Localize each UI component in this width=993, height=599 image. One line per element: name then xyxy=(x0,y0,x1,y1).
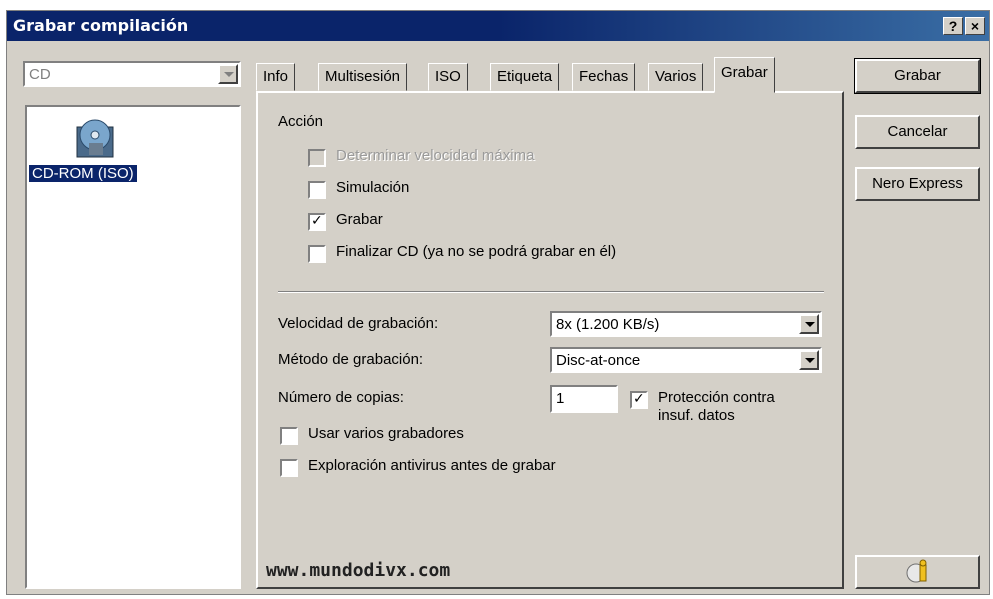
list-item[interactable]: CD-ROM (ISO) xyxy=(27,117,167,187)
tab-label[interactable]: Etiqueta xyxy=(490,63,560,91)
cancel-button[interactable]: Cancelar xyxy=(855,115,980,149)
info-icon xyxy=(906,559,927,583)
antivirus-checkbox[interactable] xyxy=(280,459,298,477)
buffer-protection-checkbox[interactable]: ✓ xyxy=(630,390,648,409)
tab-burn[interactable]: Grabar xyxy=(714,57,775,93)
multiple-burners-checkbox[interactable] xyxy=(280,427,298,445)
checkmark-icon: ✓ xyxy=(633,390,645,406)
simulation-label: Simulación xyxy=(336,179,410,196)
help-button[interactable]: ? xyxy=(943,17,963,35)
cd-rom-icon xyxy=(76,119,114,158)
compilation-list[interactable]: CD-ROM (ISO) xyxy=(25,105,241,589)
max-speed-checkbox[interactable] xyxy=(308,149,326,167)
tab-multisession[interactable]: Multisesión xyxy=(318,63,408,91)
tab-misc[interactable]: Varios xyxy=(648,63,704,91)
tab-iso[interactable]: ISO xyxy=(428,63,468,91)
nero-express-button[interactable]: Nero Express xyxy=(855,167,980,201)
tab-info[interactable]: Info xyxy=(256,63,296,91)
checkmark-icon: ✓ xyxy=(311,212,323,228)
window-title: Grabar compilación xyxy=(13,16,189,35)
speed-value: 8x (1.200 KB/s) xyxy=(556,316,660,333)
close-button[interactable]: × xyxy=(965,17,985,35)
watermark: www.mundodivx.com xyxy=(266,560,451,581)
action-heading: Acción xyxy=(278,113,324,130)
info-button[interactable] xyxy=(855,555,980,589)
chevron-down-icon[interactable] xyxy=(799,350,819,370)
method-value: Disc-at-once xyxy=(556,352,641,369)
title-bar[interactable]: Grabar compilación ? × xyxy=(7,11,989,41)
tab-dates[interactable]: Fechas xyxy=(572,63,636,91)
burn-checkbox[interactable]: ✓ xyxy=(308,212,326,231)
chevron-down-icon[interactable] xyxy=(799,314,819,334)
method-select[interactable]: Disc-at-once xyxy=(550,347,822,373)
burn-compilation-dialog: Grabar compilación ? × CD CD-ROM (ISO) I… xyxy=(6,10,990,595)
burn-button[interactable]: Grabar xyxy=(854,58,981,94)
copies-input[interactable]: 1 xyxy=(550,385,618,413)
media-type-value: CD xyxy=(29,66,51,83)
buffer-protection-label-line2: insuf. datos xyxy=(658,407,735,424)
simulation-checkbox[interactable] xyxy=(308,181,326,199)
media-type-select[interactable]: CD xyxy=(23,61,241,87)
finalize-checkbox[interactable] xyxy=(308,245,326,263)
divider xyxy=(278,291,824,293)
finalize-label: Finalizar CD (ya no se podrá grabar en é… xyxy=(336,243,617,260)
multiple-burners-label: Usar varios grabadores xyxy=(308,425,464,442)
copies-value: 1 xyxy=(556,390,565,407)
speed-select[interactable]: 8x (1.200 KB/s) xyxy=(550,311,822,337)
chevron-down-icon[interactable] xyxy=(218,64,238,84)
speed-label: Velocidad de grabación: xyxy=(278,315,439,332)
buffer-protection-label-line1: Protección contra xyxy=(658,389,775,406)
copies-label: Número de copias: xyxy=(278,389,404,406)
antivirus-label: Exploración antivirus antes de grabar xyxy=(308,457,556,474)
method-label: Método de grabación: xyxy=(278,351,424,368)
max-speed-label: Determinar velocidad máxima xyxy=(336,147,535,164)
list-item-label: CD-ROM (ISO) xyxy=(28,164,138,183)
burn-tab-panel: Acción Determinar velocidad máxima Simul… xyxy=(256,91,844,589)
burn-label: Grabar xyxy=(336,211,383,228)
